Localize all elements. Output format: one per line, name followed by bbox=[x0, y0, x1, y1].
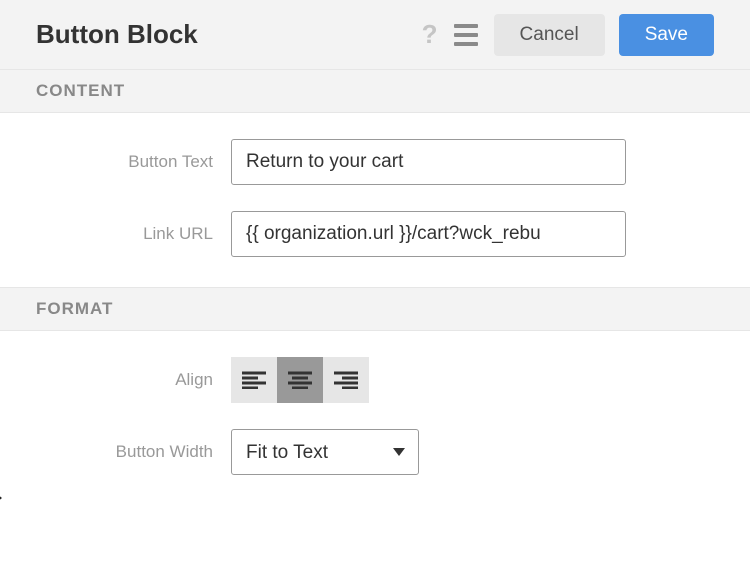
panel-pointer-icon bbox=[0, 488, 2, 508]
align-center-icon bbox=[288, 371, 312, 389]
button-width-select[interactable]: Fit to Text bbox=[231, 429, 419, 475]
label-button-text: Button Text bbox=[36, 152, 231, 172]
save-button[interactable]: Save bbox=[619, 14, 714, 56]
align-left-button[interactable] bbox=[231, 357, 277, 403]
align-right-icon bbox=[334, 371, 358, 389]
align-right-button[interactable] bbox=[323, 357, 369, 403]
section-header-format: FORMAT bbox=[0, 287, 750, 331]
row-link-url: Link URL bbox=[36, 211, 714, 257]
section-content: Button Text Link URL bbox=[0, 113, 750, 287]
align-left-icon bbox=[242, 371, 266, 389]
section-format: Align bbox=[0, 331, 750, 505]
button-text-input[interactable] bbox=[231, 139, 626, 185]
align-center-button[interactable] bbox=[277, 357, 323, 403]
row-button-width: Button Width Fit to Text bbox=[36, 429, 714, 475]
help-icon[interactable]: ? bbox=[422, 19, 438, 50]
label-link-url: Link URL bbox=[36, 224, 231, 244]
label-button-width: Button Width bbox=[36, 442, 231, 462]
align-group bbox=[231, 357, 369, 403]
row-button-text: Button Text bbox=[36, 139, 714, 185]
section-header-content: CONTENT bbox=[0, 70, 750, 113]
row-align: Align bbox=[36, 357, 714, 403]
label-align: Align bbox=[36, 370, 231, 390]
menu-icon[interactable] bbox=[452, 20, 480, 50]
header-actions: ? Cancel Save bbox=[422, 14, 714, 56]
page-title: Button Block bbox=[36, 19, 198, 50]
link-url-input[interactable] bbox=[231, 211, 626, 257]
header-bar: Button Block ? Cancel Save bbox=[0, 0, 750, 70]
cancel-button[interactable]: Cancel bbox=[494, 14, 605, 56]
